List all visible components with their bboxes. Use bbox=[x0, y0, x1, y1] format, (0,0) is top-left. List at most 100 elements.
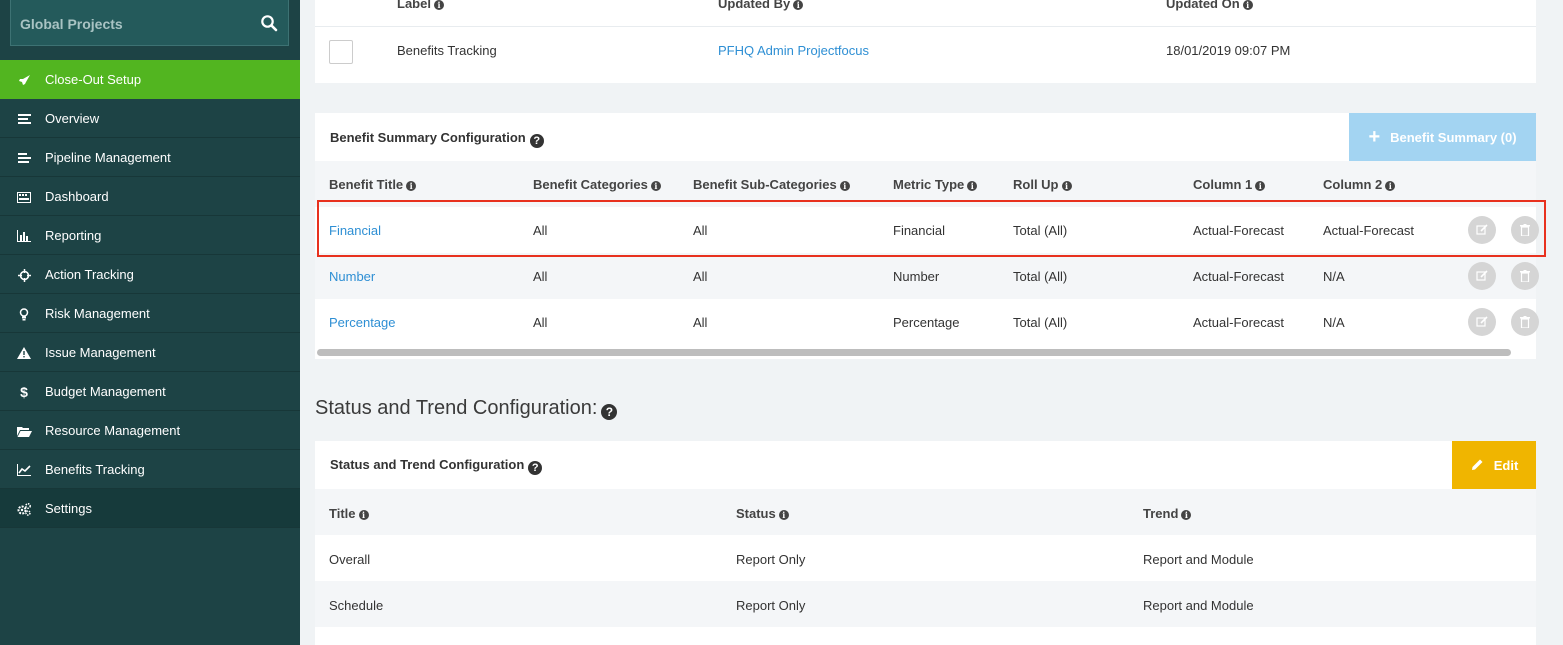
plus-icon: + bbox=[1368, 125, 1381, 148]
benefit-title-link[interactable]: Percentage bbox=[329, 315, 396, 330]
benefit-sub-categories-cell: All bbox=[693, 315, 708, 330]
edit-row-button[interactable] bbox=[1468, 308, 1496, 336]
column-1-cell: Actual-Forecast bbox=[1193, 223, 1285, 238]
sidebar-item-risk-management[interactable]: Risk Management bbox=[0, 294, 300, 333]
trend-cell: Report and Module bbox=[1143, 598, 1254, 613]
sidebar-item-benefits-tracking[interactable]: Benefits Tracking bbox=[0, 450, 300, 489]
trash-icon bbox=[1520, 270, 1530, 282]
info-icon[interactable]: i bbox=[406, 181, 417, 191]
metric-type-cell: Financial bbox=[893, 223, 946, 238]
trend-cell: Report and Module bbox=[1143, 552, 1254, 567]
help-icon[interactable]: ? bbox=[529, 134, 544, 148]
col-header-column-2: Column 2i bbox=[1323, 177, 1396, 192]
sidebar-item-issue-management[interactable]: Issue Management bbox=[0, 333, 300, 372]
delete-row-button[interactable] bbox=[1511, 216, 1539, 244]
sidebar-item-label: Dashboard bbox=[45, 189, 109, 204]
col-header-updated-by: Updated By i bbox=[718, 0, 804, 11]
col-header-column-1: Column 1i bbox=[1193, 177, 1266, 192]
panel-title: Benefit Summary Configuration? bbox=[330, 130, 544, 148]
info-icon[interactable]: i bbox=[839, 181, 850, 191]
column-1-cell: Actual-Forecast bbox=[1193, 315, 1285, 330]
horizontal-scrollbar[interactable] bbox=[317, 349, 1511, 356]
edit-row-button[interactable] bbox=[1468, 262, 1496, 290]
sidebar-item-dashboard[interactable]: Dashboard bbox=[0, 177, 300, 216]
table-row: Overall Report Only Report and Module bbox=[315, 535, 1536, 581]
updated-by-link[interactable]: PFHQ Admin Projectfocus bbox=[718, 43, 869, 58]
metric-type-cell: Percentage bbox=[893, 315, 960, 330]
info-icon[interactable]: i bbox=[1385, 181, 1396, 191]
row-checkbox[interactable] bbox=[329, 40, 353, 64]
help-icon[interactable]: ? bbox=[601, 404, 618, 420]
sidebar-item-label: Reporting bbox=[45, 228, 102, 243]
project-search-box[interactable]: Global Projects bbox=[10, 0, 289, 46]
bar-chart-icon bbox=[16, 228, 32, 244]
col-header-metric-type: Metric Type i bbox=[893, 177, 978, 192]
info-icon[interactable]: i bbox=[793, 0, 804, 10]
sidebar: Global Projects Close-Out Setup Overview… bbox=[0, 0, 300, 645]
title-cell: Overall bbox=[329, 552, 371, 567]
col-header-benefit-categories: Benefit Categories i bbox=[533, 177, 661, 192]
sidebar-item-overview[interactable]: Overview bbox=[0, 99, 300, 138]
table-row: Schedule Report Only Report and Module bbox=[315, 581, 1536, 627]
table-row: Percentage All All Percentage Total (All… bbox=[315, 299, 1539, 345]
col-header-benefit-title: Benefit Title i bbox=[329, 177, 417, 192]
delete-row-button[interactable] bbox=[1511, 308, 1539, 336]
panel-title: Status and Trend Configuration? bbox=[330, 457, 543, 475]
edit-button[interactable]: Edit bbox=[1452, 441, 1536, 489]
sidebar-item-budget-management[interactable]: $ Budget Management bbox=[0, 372, 300, 411]
roll-up-cell: Total (All) bbox=[1013, 315, 1068, 330]
sidebar-item-label: Action Tracking bbox=[45, 267, 134, 282]
benefit-sub-categories-cell: All bbox=[693, 223, 708, 238]
edit-row-button[interactable] bbox=[1468, 216, 1496, 244]
delete-row-button[interactable] bbox=[1511, 262, 1539, 290]
table-row: Financial All All Financial Total (All) … bbox=[315, 207, 1539, 253]
rocket-icon bbox=[16, 72, 32, 88]
benefit-categories-cell: All bbox=[533, 269, 548, 284]
crosshair-icon bbox=[16, 267, 32, 283]
info-icon[interactable]: i bbox=[1061, 181, 1072, 191]
roll-up-cell: Total (All) bbox=[1013, 223, 1068, 238]
info-icon[interactable]: i bbox=[1181, 510, 1192, 520]
info-icon[interactable]: i bbox=[650, 181, 661, 191]
sidebar-nav: Close-Out Setup Overview Pipeline Manage… bbox=[0, 60, 300, 528]
info-icon[interactable]: i bbox=[433, 0, 444, 10]
col-header-updated-on: Updated On i bbox=[1166, 0, 1253, 11]
pencil-icon bbox=[1471, 459, 1483, 470]
status-cell: Report Only bbox=[736, 552, 806, 567]
column-2-cell: Actual-Forecast bbox=[1323, 223, 1415, 238]
col-header-trend: Trend i bbox=[1143, 506, 1192, 521]
metric-type-cell: Number bbox=[893, 269, 940, 284]
column-2-cell: N/A bbox=[1323, 269, 1345, 284]
info-icon[interactable]: i bbox=[358, 510, 369, 520]
section-heading: Status and Trend Configuration:? bbox=[315, 397, 618, 420]
folder-open-icon bbox=[16, 423, 32, 439]
col-header-label: Label i bbox=[397, 0, 444, 11]
trash-icon bbox=[1520, 316, 1530, 328]
benefit-title-link[interactable]: Number bbox=[329, 269, 375, 284]
search-icon[interactable] bbox=[260, 14, 278, 32]
col-header-benefit-sub-categories: Benefit Sub-Categories i bbox=[693, 177, 850, 192]
edit-icon bbox=[1476, 270, 1488, 281]
sidebar-item-label: Issue Management bbox=[45, 345, 156, 360]
sidebar-item-close-out-setup[interactable]: Close-Out Setup bbox=[0, 60, 300, 99]
info-icon[interactable]: i bbox=[967, 181, 978, 191]
sidebar-item-action-tracking[interactable]: Action Tracking bbox=[0, 255, 300, 294]
help-icon[interactable]: ? bbox=[528, 461, 543, 475]
status-cell: Report Only bbox=[736, 598, 806, 613]
list-lines-icon bbox=[16, 150, 32, 166]
sidebar-item-settings[interactable]: Settings bbox=[0, 489, 300, 528]
info-icon[interactable]: i bbox=[1255, 181, 1266, 191]
sidebar-item-resource-management[interactable]: Resource Management bbox=[0, 411, 300, 450]
col-header-roll-up: Roll Up i bbox=[1013, 177, 1072, 192]
info-icon[interactable]: i bbox=[778, 510, 789, 520]
info-icon[interactable]: i bbox=[1242, 0, 1253, 10]
roll-up-cell: Total (All) bbox=[1013, 269, 1068, 284]
add-benefit-summary-button[interactable]: + Benefit Summary (0) bbox=[1349, 113, 1536, 161]
sidebar-item-reporting[interactable]: Reporting bbox=[0, 216, 300, 255]
benefit-title-link[interactable]: Financial bbox=[329, 223, 381, 238]
lightbulb-icon bbox=[16, 306, 32, 322]
sidebar-item-label: Benefits Tracking bbox=[45, 462, 145, 477]
sidebar-item-label: Risk Management bbox=[45, 306, 150, 321]
sidebar-item-pipeline-management[interactable]: Pipeline Management bbox=[0, 138, 300, 177]
table-row: Number All All Number Total (All) Actual… bbox=[315, 253, 1539, 299]
